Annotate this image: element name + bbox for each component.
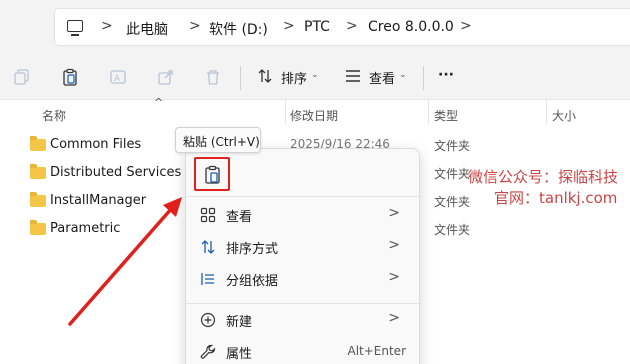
annotation-arrow <box>68 197 182 326</box>
